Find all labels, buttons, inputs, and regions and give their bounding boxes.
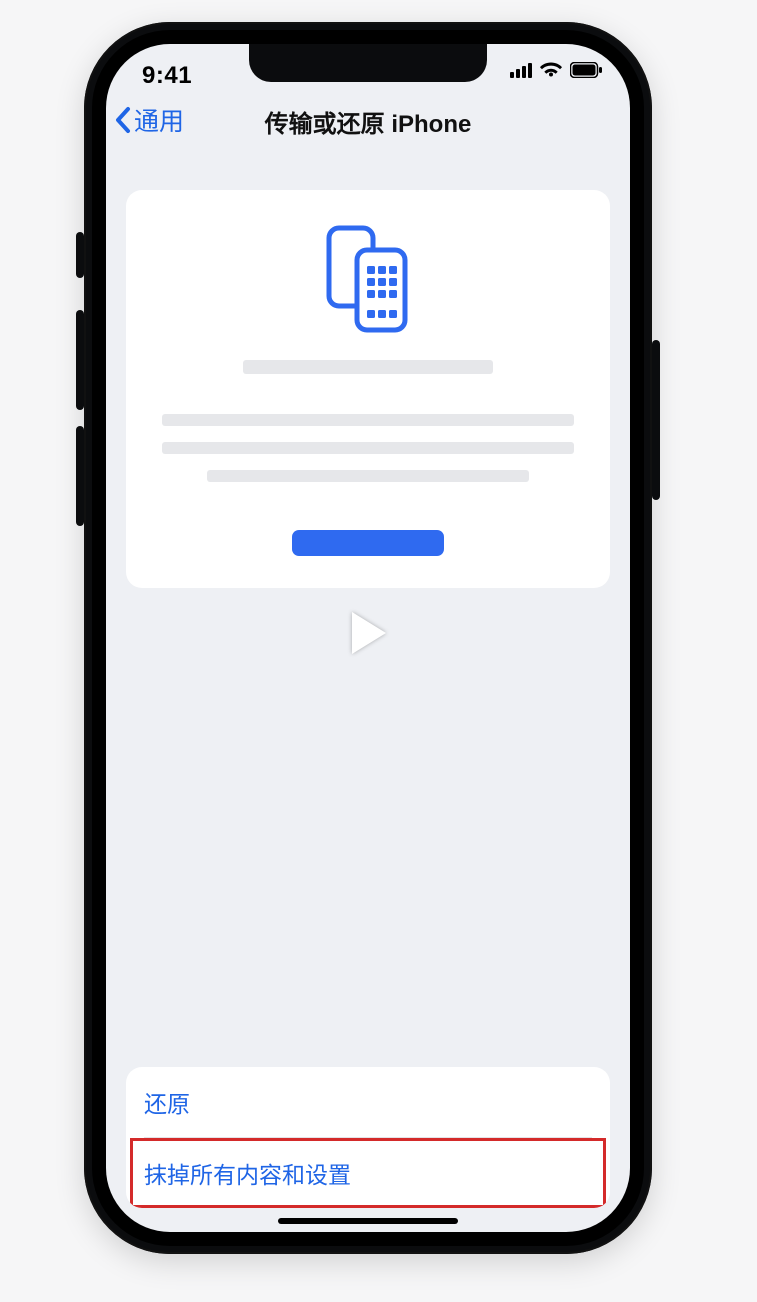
phone-frame: 9:41 通用 传输或还原 i	[84, 22, 652, 1254]
battery-icon	[570, 62, 602, 78]
reset-row[interactable]: 还原	[126, 1067, 610, 1137]
erase-all-row[interactable]: 抹掉所有内容和设置	[126, 1138, 610, 1208]
cellular-icon	[510, 62, 532, 78]
transfer-card	[126, 190, 610, 588]
volume-down-button	[76, 426, 84, 526]
erase-all-label: 抹掉所有内容和设置	[144, 1162, 351, 1188]
volume-up-button	[76, 310, 84, 410]
nav-bar: 通用 传输或还原 iPhone	[106, 94, 630, 150]
placeholder-line	[243, 360, 494, 374]
screen: 9:41 通用 传输或还原 i	[106, 44, 630, 1232]
placeholder-line	[162, 414, 574, 426]
notch	[249, 44, 487, 82]
placeholder-line	[162, 442, 574, 454]
page-title: 传输或还原 iPhone	[106, 104, 630, 139]
reset-label: 还原	[144, 1091, 190, 1117]
power-button	[652, 340, 660, 500]
actions-list: 还原 抹掉所有内容和设置	[126, 1067, 610, 1208]
status-time: 9:41	[142, 62, 192, 90]
home-indicator[interactable]	[278, 1218, 458, 1224]
play-icon[interactable]	[126, 610, 610, 656]
get-started-button[interactable]	[292, 530, 444, 556]
mute-switch	[76, 232, 84, 278]
placeholder-line	[207, 470, 530, 482]
wifi-icon	[540, 62, 562, 78]
devices-icon	[144, 224, 592, 334]
